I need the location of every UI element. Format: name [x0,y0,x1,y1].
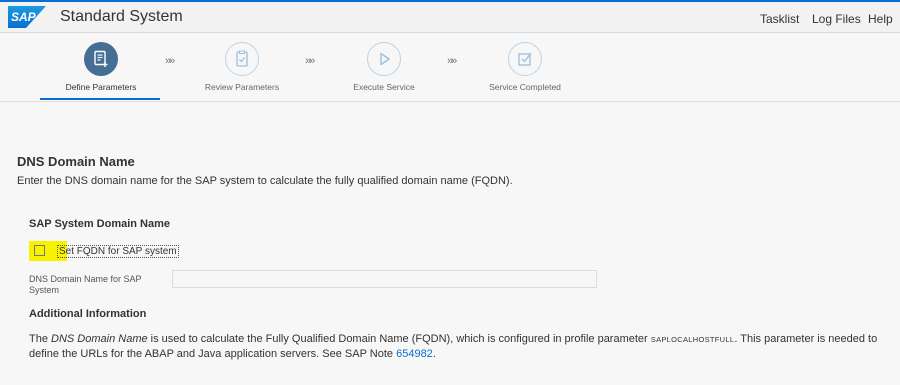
profile-parameter-name: SAPLOCALHOSTFULL [650,335,735,344]
sap-logo: SAP [8,6,46,28]
step-circle [367,42,401,76]
step-circle [508,42,542,76]
app-title: Standard System [60,8,183,25]
dns-domain-input[interactable] [172,270,597,288]
step-execute-service[interactable]: Execute Service [309,42,459,92]
subsection-title: SAP System Domain Name [29,218,171,230]
step-circle [225,42,259,76]
section-title: DNS Domain Name [17,154,135,169]
additional-info-text: The DNS Domain Name is used to calculate… [29,332,889,362]
dns-domain-field-label: DNS Domain Name for SAP System [29,274,142,295]
active-step-indicator [40,98,160,100]
step-label: Define Parameters [65,82,137,92]
section-description: Enter the DNS domain name for the SAP sy… [17,175,513,187]
info-text-part: . [432,348,436,360]
tasklist-link[interactable]: Tasklist [760,12,799,26]
review-parameters-icon [236,50,248,67]
fqdn-checkbox-label[interactable]: Set FQDN for SAP system [57,245,179,258]
step-service-completed[interactable]: Service Completed [450,42,600,92]
fqdn-checkbox-row[interactable]: Set FQDN for SAP system [29,240,179,262]
define-parameters-icon [94,50,108,67]
step-label: Review Parameters [204,82,280,92]
shell-header: SAP Standard System Tasklist Log Files H… [0,0,900,33]
step-define-parameters[interactable]: Define Parameters [26,42,176,92]
info-text-part: is used to calculate the Fully Qualified… [147,333,651,345]
play-icon [380,52,390,66]
sap-logo-text: SAP [11,10,37,24]
step-circle [84,42,118,76]
log-files-link[interactable]: Log Files [812,12,861,26]
info-text-part: The [29,333,52,345]
sap-note-link[interactable]: 654982 [396,348,433,360]
info-text-emphasis: DNS Domain Name [51,333,148,345]
step-label: Execute Service [353,82,415,92]
step-label: Service Completed [489,82,561,92]
roadmap: Define Parameters »» Review Parameters »… [0,33,900,102]
step-review-parameters[interactable]: Review Parameters [167,42,317,92]
fqdn-checkbox[interactable] [34,245,45,256]
help-link[interactable]: Help [868,12,893,26]
additional-info-title: Additional Information [29,308,147,320]
checkmark-icon [518,52,532,66]
